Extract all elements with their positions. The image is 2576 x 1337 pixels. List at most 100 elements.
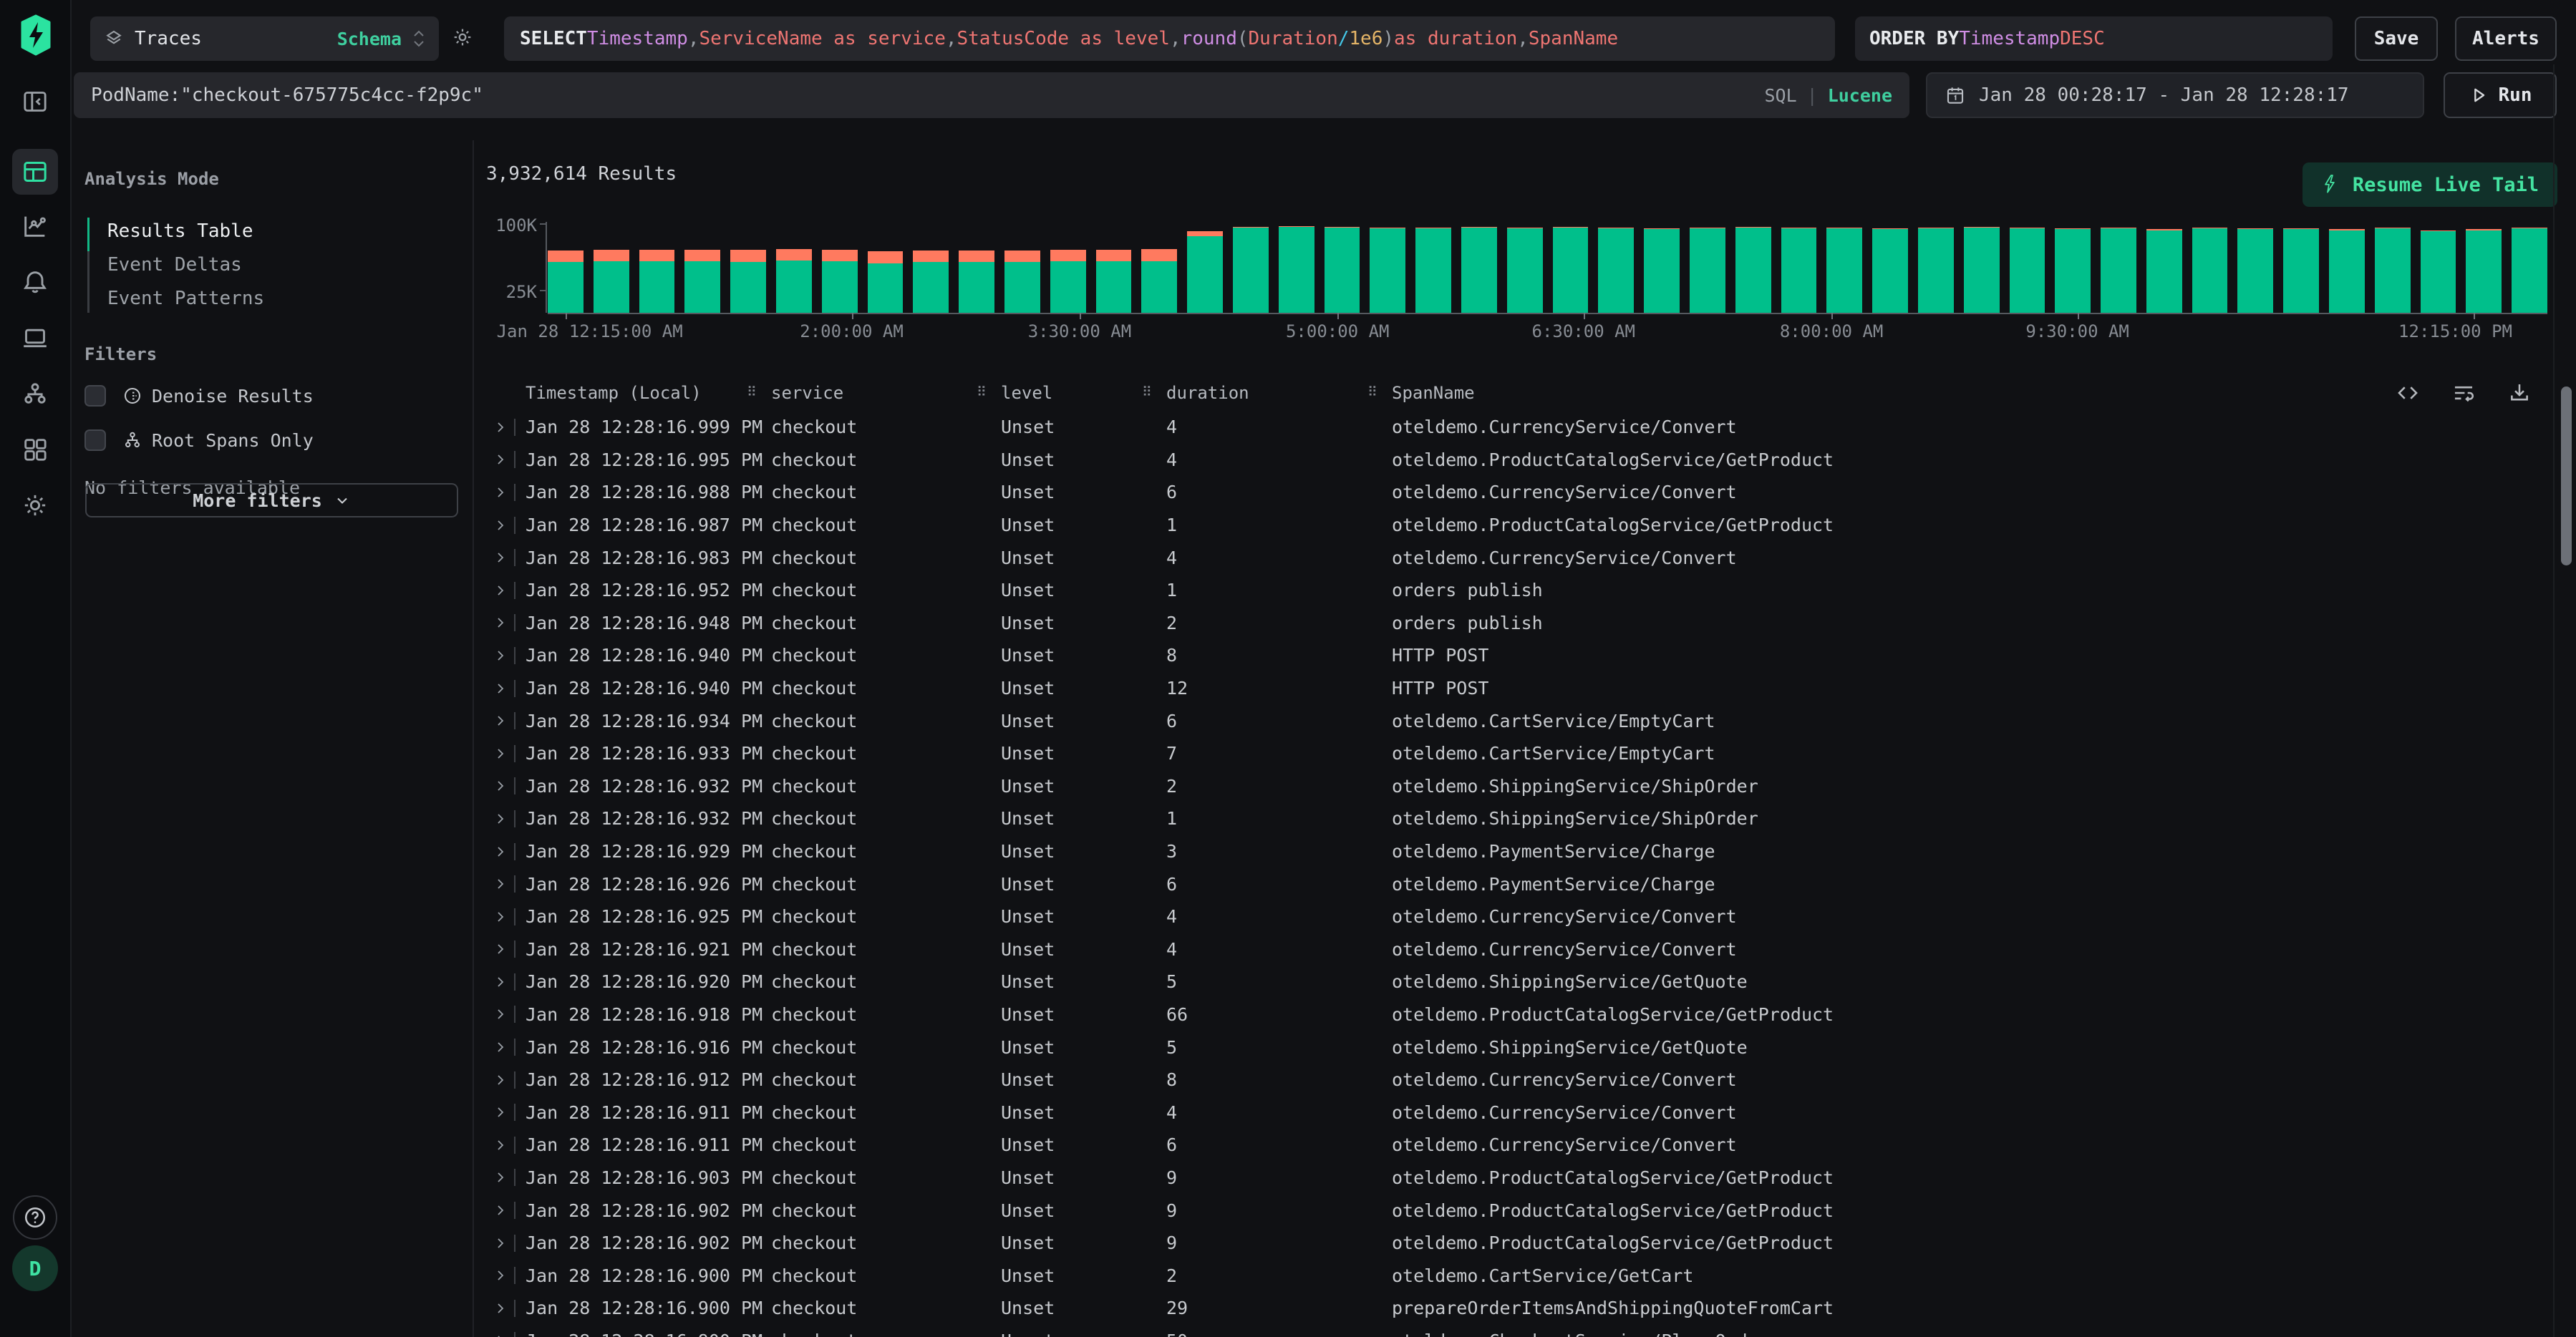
expand-chevron-icon[interactable] <box>493 583 510 598</box>
drag-handle-icon[interactable]: ⠿ <box>1142 384 1151 400</box>
order-by-input[interactable]: ORDER BY Timestamp DESC <box>1855 16 2333 61</box>
dashboards-icon[interactable] <box>12 427 58 472</box>
table-row[interactable]: Jan 28 12:28:16.988 PMcheckoutUnset6otel… <box>481 476 2534 509</box>
expand-chevron-icon[interactable] <box>493 1072 510 1088</box>
scrollbar-thumb[interactable] <box>2561 386 2572 565</box>
table-row[interactable]: Jan 28 12:28:16.912 PMcheckoutUnset8otel… <box>481 1064 2534 1097</box>
expand-chevron-icon[interactable] <box>493 876 510 892</box>
expand-chevron-icon[interactable] <box>493 1235 510 1251</box>
settings-gear-icon[interactable] <box>12 482 58 528</box>
expand-chevron-icon[interactable] <box>493 615 510 631</box>
code-icon[interactable] <box>2396 381 2420 405</box>
table-row[interactable]: Jan 28 12:28:16.921 PMcheckoutUnset4otel… <box>481 933 2534 966</box>
download-icon[interactable] <box>2507 381 2532 405</box>
analysis-mode-event-patterns[interactable]: Event Patterns <box>87 282 473 316</box>
table-row[interactable]: Jan 28 12:28:16.995 PMcheckoutUnset4otel… <box>481 444 2534 477</box>
expand-chevron-icon[interactable] <box>493 746 510 762</box>
column-header-timestamp[interactable]: Timestamp (Local) <box>526 383 771 403</box>
expand-chevron-icon[interactable] <box>493 941 510 957</box>
column-header-spanname[interactable]: ⠿SpanName <box>1392 383 2534 403</box>
table-row[interactable]: Jan 28 12:28:16.940 PMcheckoutUnset12HTT… <box>481 672 2534 705</box>
expand-chevron-icon[interactable] <box>493 844 510 860</box>
column-header-service[interactable]: ⠿service <box>771 383 1001 403</box>
table-row[interactable]: Jan 28 12:28:16.900 PMcheckoutUnset50ote… <box>481 1325 2534 1337</box>
collapse-panel-icon[interactable] <box>12 79 58 125</box>
expand-chevron-icon[interactable] <box>493 811 510 827</box>
drag-handle-icon[interactable]: ⠿ <box>747 384 755 400</box>
search-input[interactable]: PodName:"checkout-675775c4cc-f2p9c" SQL … <box>74 72 1909 118</box>
expand-chevron-icon[interactable] <box>493 1006 510 1022</box>
expand-chevron-icon[interactable] <box>493 1039 510 1055</box>
column-header-duration[interactable]: ⠿duration <box>1166 383 1392 403</box>
lang-lucene-option[interactable]: Lucene <box>1828 85 1892 106</box>
expand-chevron-icon[interactable] <box>493 550 510 565</box>
table-row[interactable]: Jan 28 12:28:16.932 PMcheckoutUnset2otel… <box>481 770 2534 803</box>
expand-chevron-icon[interactable] <box>493 909 510 925</box>
alerts-button[interactable]: Alerts <box>2455 16 2557 61</box>
expand-chevron-icon[interactable] <box>493 648 510 663</box>
expand-chevron-icon[interactable] <box>493 485 510 500</box>
table-row[interactable]: Jan 28 12:28:16.902 PMcheckoutUnset9otel… <box>481 1194 2534 1227</box>
help-icon[interactable] <box>13 1195 57 1240</box>
table-row[interactable]: Jan 28 12:28:16.903 PMcheckoutUnset9otel… <box>481 1162 2534 1195</box>
table-row[interactable]: Jan 28 12:28:16.987 PMcheckoutUnset1otel… <box>481 509 2534 542</box>
table-row[interactable]: Jan 28 12:28:16.948 PMcheckoutUnset2orde… <box>481 607 2534 640</box>
save-button[interactable]: Save <box>2355 16 2438 61</box>
search-results-icon[interactable] <box>12 149 58 195</box>
alerts-bell-icon[interactable] <box>12 259 58 305</box>
user-avatar[interactable]: D <box>12 1245 58 1291</box>
table-row[interactable]: Jan 28 12:28:16.911 PMcheckoutUnset4otel… <box>481 1096 2534 1129</box>
expand-chevron-icon[interactable] <box>493 1104 510 1120</box>
expand-chevron-icon[interactable] <box>493 713 510 729</box>
expand-chevron-icon[interactable] <box>493 1170 510 1185</box>
table-row[interactable]: Jan 28 12:28:16.932 PMcheckoutUnset1otel… <box>481 802 2534 835</box>
table-row[interactable]: Jan 28 12:28:16.918 PMcheckoutUnset66ote… <box>481 998 2534 1031</box>
app-logo[interactable] <box>19 14 52 56</box>
filter-denoise-results[interactable]: Denoise Results <box>84 383 473 409</box>
table-row[interactable]: Jan 28 12:28:16.934 PMcheckoutUnset6otel… <box>481 704 2534 737</box>
drag-handle-icon[interactable]: ⠿ <box>977 384 985 400</box>
table-row[interactable]: Jan 28 12:28:16.999 PMcheckoutUnset4otel… <box>481 411 2534 444</box>
more-filters-button[interactable]: More filters <box>85 483 458 517</box>
table-row[interactable]: Jan 28 12:28:16.911 PMcheckoutUnset6otel… <box>481 1129 2534 1162</box>
table-row[interactable]: Jan 28 12:28:16.929 PMcheckoutUnset3otel… <box>481 835 2534 868</box>
table-row[interactable]: Jan 28 12:28:16.920 PMcheckoutUnset5otel… <box>481 966 2534 998</box>
expand-chevron-icon[interactable] <box>493 974 510 990</box>
drag-handle-icon[interactable]: ⠿ <box>1367 384 1376 400</box>
table-row[interactable]: Jan 28 12:28:16.940 PMcheckoutUnset8HTTP… <box>481 639 2534 672</box>
table-row[interactable]: Jan 28 12:28:16.925 PMcheckoutUnset4otel… <box>481 900 2534 933</box>
expand-chevron-icon[interactable] <box>493 452 510 467</box>
source-select[interactable]: Traces Schema <box>90 16 439 61</box>
expand-chevron-icon[interactable] <box>493 1202 510 1218</box>
table-row[interactable]: Jan 28 12:28:16.916 PMcheckoutUnset5otel… <box>481 1031 2534 1064</box>
table-row[interactable]: Jan 28 12:28:16.900 PMcheckoutUnset29pre… <box>481 1292 2534 1325</box>
expand-chevron-icon[interactable] <box>493 1300 510 1316</box>
wrap-text-icon[interactable] <box>2451 381 2476 405</box>
schema-label[interactable]: Schema <box>337 29 402 49</box>
analysis-mode-event-deltas[interactable]: Event Deltas <box>87 248 473 282</box>
chart-explorer-icon[interactable] <box>12 203 58 249</box>
expand-chevron-icon[interactable] <box>493 1333 510 1337</box>
source-settings-gear-icon[interactable] <box>451 26 474 49</box>
expand-chevron-icon[interactable] <box>493 681 510 696</box>
table-row[interactable]: Jan 28 12:28:16.952 PMcheckoutUnset1orde… <box>481 574 2534 607</box>
events-histogram[interactable]: 100K 25K Jan 28 12:15:00 AM2:00:00 AM3:3… <box>474 215 2553 341</box>
resume-live-tail-button[interactable]: Resume Live Tail <box>2303 162 2557 207</box>
denoise-checkbox[interactable] <box>84 385 106 407</box>
analysis-mode-results-table[interactable]: Results Table <box>87 215 473 248</box>
service-map-icon[interactable] <box>12 371 58 417</box>
expand-chevron-icon[interactable] <box>493 419 510 435</box>
expand-chevron-icon[interactable] <box>493 1137 510 1153</box>
table-row[interactable]: Jan 28 12:28:16.933 PMcheckoutUnset7otel… <box>481 737 2534 770</box>
language-toggle[interactable]: SQL | Lucene <box>1764 85 1892 106</box>
expand-chevron-icon[interactable] <box>493 1268 510 1283</box>
run-button[interactable]: Run <box>2444 72 2557 118</box>
filter-root-spans-only[interactable]: Root Spans Only <box>84 427 473 453</box>
sql-select-input[interactable]: SELECT Timestamp, ServiceName as service… <box>504 16 1835 61</box>
sessions-laptop-icon[interactable] <box>12 315 58 361</box>
lang-sql-option[interactable]: SQL <box>1764 85 1796 106</box>
table-row[interactable]: Jan 28 12:28:16.983 PMcheckoutUnset4otel… <box>481 541 2534 574</box>
table-row[interactable]: Jan 28 12:28:16.926 PMcheckoutUnset6otel… <box>481 867 2534 900</box>
table-row[interactable]: Jan 28 12:28:16.900 PMcheckoutUnset2otel… <box>481 1259 2534 1292</box>
date-range-picker[interactable]: Jan 28 00:28:17 - Jan 28 12:28:17 <box>1926 72 2424 118</box>
